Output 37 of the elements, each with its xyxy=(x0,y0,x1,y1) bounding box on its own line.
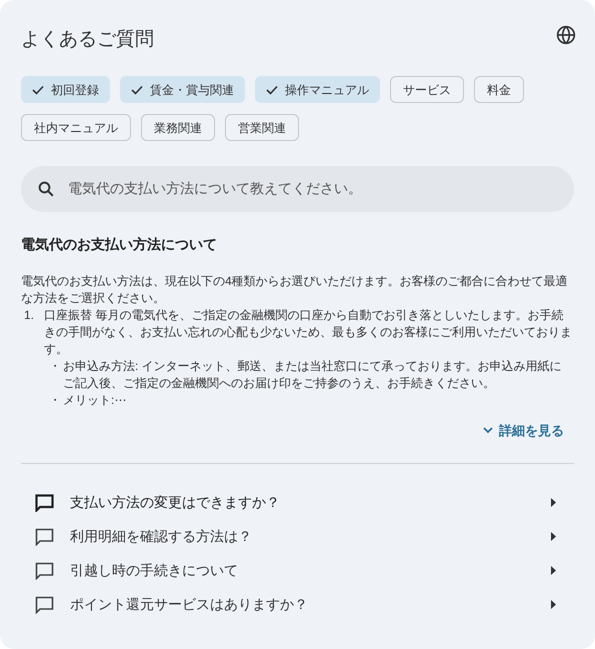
chat-bubble-icon xyxy=(35,528,54,546)
filter-chip[interactable]: 操作マニュアル xyxy=(255,76,380,103)
caret-right-icon xyxy=(551,532,556,541)
filter-chip[interactable]: 賃金・賞与関連 xyxy=(120,76,245,103)
page-title: よくあるご質問 xyxy=(21,28,154,52)
bullet: ・ xyxy=(49,358,61,375)
filter-chip[interactable]: 社内マニュアル xyxy=(21,114,131,141)
filter-chip[interactable]: サービス xyxy=(390,76,464,103)
chat-bubble-icon xyxy=(35,596,54,614)
filter-chip[interactable]: 料金 xyxy=(474,76,524,103)
search-icon xyxy=(37,180,55,198)
question-item[interactable]: 引越し時の手続きについて xyxy=(35,554,560,588)
question-item[interactable]: ポイント還元サービスはありますか？ xyxy=(35,588,560,622)
globe-icon[interactable] xyxy=(556,25,576,45)
filter-chip[interactable]: 初回登録 xyxy=(21,76,110,103)
filter-chip[interactable]: 業務関連 xyxy=(141,114,215,141)
caret-right-icon xyxy=(551,498,556,507)
chevron-down-icon xyxy=(483,427,493,434)
check-icon xyxy=(131,84,143,94)
list-item-text: メリット:⋯ xyxy=(63,392,126,409)
caret-right-icon xyxy=(551,600,556,609)
list-item-text: 口座振替 毎月の電気代を、ご指定の金融機関の口座から自動でお引き落としいたします。お手続きの手間がなく、お支払い忘れの心配も少ないため、最も多くのお客様にご利用いただいております。 xyxy=(44,307,573,358)
list-number: 1. xyxy=(24,307,36,324)
answer-title: 電気代のお支払い方法について xyxy=(21,235,218,254)
search-field[interactable]: 電気代の支払い方法について教えてください。 xyxy=(21,166,574,212)
bullet: ・ xyxy=(49,392,61,409)
list-item-text: お申込み方法: インターネット、郵送、または当社窓口にて承っております。お申込み用紙にご記入後、ご指定の金融機関へのお届け印をご持参のうえ、お手続きください。 xyxy=(63,358,563,392)
see-more-link[interactable]: 詳細を見る xyxy=(483,421,564,440)
filter-chip[interactable]: 営業関連 xyxy=(225,114,299,141)
question-item[interactable]: 利用明細を確認する方法は？ xyxy=(35,520,560,554)
question-item[interactable]: 支払い方法の変更はできますか？ xyxy=(35,486,560,520)
chat-bubble-icon xyxy=(35,562,54,580)
check-icon xyxy=(266,84,278,94)
chat-bubble-icon xyxy=(35,494,54,512)
answer-text: 電気代のお支払い方法は、現在以下の4種類からお選びいただけます。お客様のご都合に合わせて最適な方法をご選択ください。 xyxy=(21,273,569,307)
caret-right-icon xyxy=(551,566,556,575)
check-icon xyxy=(32,84,44,94)
